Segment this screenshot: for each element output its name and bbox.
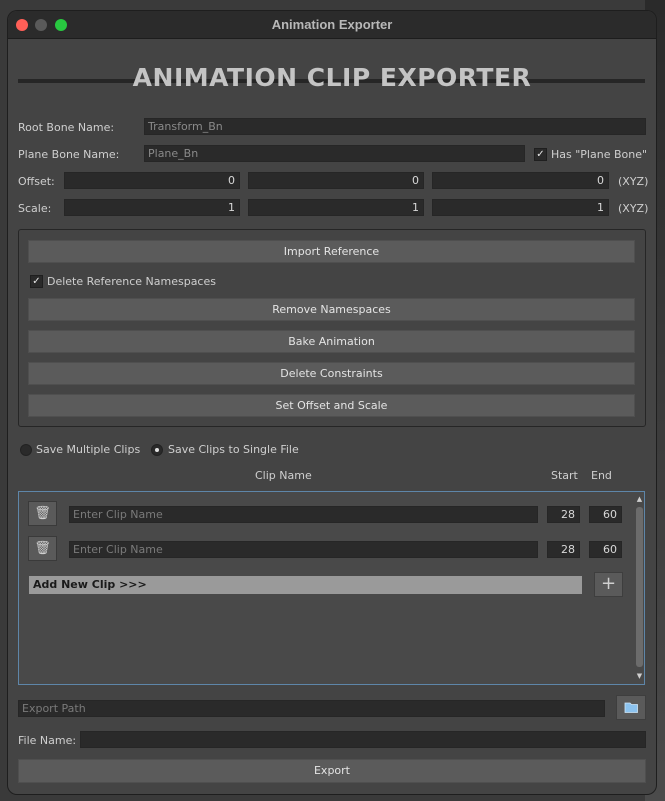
exporter-window: Animation Exporter ANIMATION CLIP EXPORT…	[8, 11, 656, 794]
set-offset-scale-button[interactable]: Set Offset and Scale	[28, 394, 635, 417]
scroll-up-arrow[interactable]: ▲	[635, 495, 644, 503]
title-bar: Animation Exporter	[8, 11, 656, 39]
browse-folder-button[interactable]	[616, 695, 646, 720]
scroll-down-arrow[interactable]: ▼	[635, 672, 644, 680]
clip-start-input[interactable]: 28	[547, 506, 580, 523]
plus-icon: +	[600, 573, 617, 594]
has-plane-bone-checkbox[interactable]: ✓	[534, 148, 547, 161]
bake-animation-button[interactable]: Bake Animation	[28, 330, 635, 353]
has-plane-bone-label: Has "Plane Bone"	[551, 148, 648, 161]
scale-x-input[interactable]: 1	[64, 199, 240, 216]
page-title: ANIMATION CLIP EXPORTER	[132, 63, 532, 92]
save-single-radio[interactable]	[151, 444, 163, 456]
clip-end-input[interactable]: 60	[589, 541, 622, 558]
plane-bone-input[interactable]: Plane_Bn	[144, 145, 525, 162]
root-bone-input[interactable]: Transform_Bn	[144, 118, 646, 135]
end-header: End	[591, 469, 612, 482]
delete-ref-namespaces-label: Delete Reference Namespaces	[47, 275, 216, 288]
clip-list[interactable]: 🗑 Enter Clip Name 28 60 🗑 Enter Clip Nam…	[18, 491, 645, 685]
clip-end-input[interactable]: 60	[589, 506, 622, 523]
scale-y-input[interactable]: 1	[248, 199, 424, 216]
clip-name-input[interactable]: Enter Clip Name	[69, 506, 538, 523]
start-header: Start	[551, 469, 578, 482]
file-name-label: File Name:	[18, 734, 77, 747]
export-path-input[interactable]: Export Path	[18, 700, 605, 717]
window-title: Animation Exporter	[271, 17, 393, 32]
save-multiple-radio[interactable]	[20, 444, 32, 456]
add-clip-plus-button[interactable]: +	[594, 572, 623, 597]
delete-constraints-button[interactable]: Delete Constraints	[28, 362, 635, 385]
add-new-clip-button[interactable]: Add New Clip >>>	[29, 576, 582, 594]
save-multiple-label: Save Multiple Clips	[36, 443, 141, 456]
folder-icon	[624, 702, 638, 713]
delete-clip-button[interactable]: 🗑	[28, 501, 57, 526]
clip-name-input[interactable]: Enter Clip Name	[69, 541, 538, 558]
delete-clip-button[interactable]: 🗑	[28, 536, 57, 561]
scale-z-input[interactable]: 1	[432, 199, 609, 216]
checkmark-icon: ✓	[536, 149, 545, 160]
import-reference-button[interactable]: Import Reference	[28, 240, 635, 263]
offset-z-input[interactable]: 0	[432, 172, 609, 189]
offset-x-input[interactable]: 0	[64, 172, 240, 189]
delete-ref-namespaces-checkbox[interactable]: ✓	[30, 275, 43, 288]
root-bone-label: Root Bone Name:	[18, 121, 115, 134]
scrollbar-thumb[interactable]	[636, 507, 643, 667]
trash-icon: 🗑	[34, 506, 51, 521]
offset-label: Offset:	[18, 175, 55, 188]
scale-xyz-label: (XYZ)	[618, 202, 649, 215]
scale-label: Scale:	[18, 202, 52, 215]
remove-namespaces-button[interactable]: Remove Namespaces	[28, 298, 635, 321]
clip-start-input[interactable]: 28	[547, 541, 580, 558]
file-name-input[interactable]	[80, 731, 646, 748]
clip-name-header: Clip Name	[255, 469, 312, 482]
trash-icon: 🗑	[34, 541, 51, 556]
save-single-label: Save Clips to Single File	[168, 443, 299, 456]
checkmark-icon: ✓	[32, 276, 41, 287]
export-button[interactable]: Export	[18, 759, 646, 783]
offset-y-input[interactable]: 0	[248, 172, 424, 189]
plane-bone-label: Plane Bone Name:	[18, 148, 120, 161]
offset-xyz-label: (XYZ)	[618, 175, 649, 188]
